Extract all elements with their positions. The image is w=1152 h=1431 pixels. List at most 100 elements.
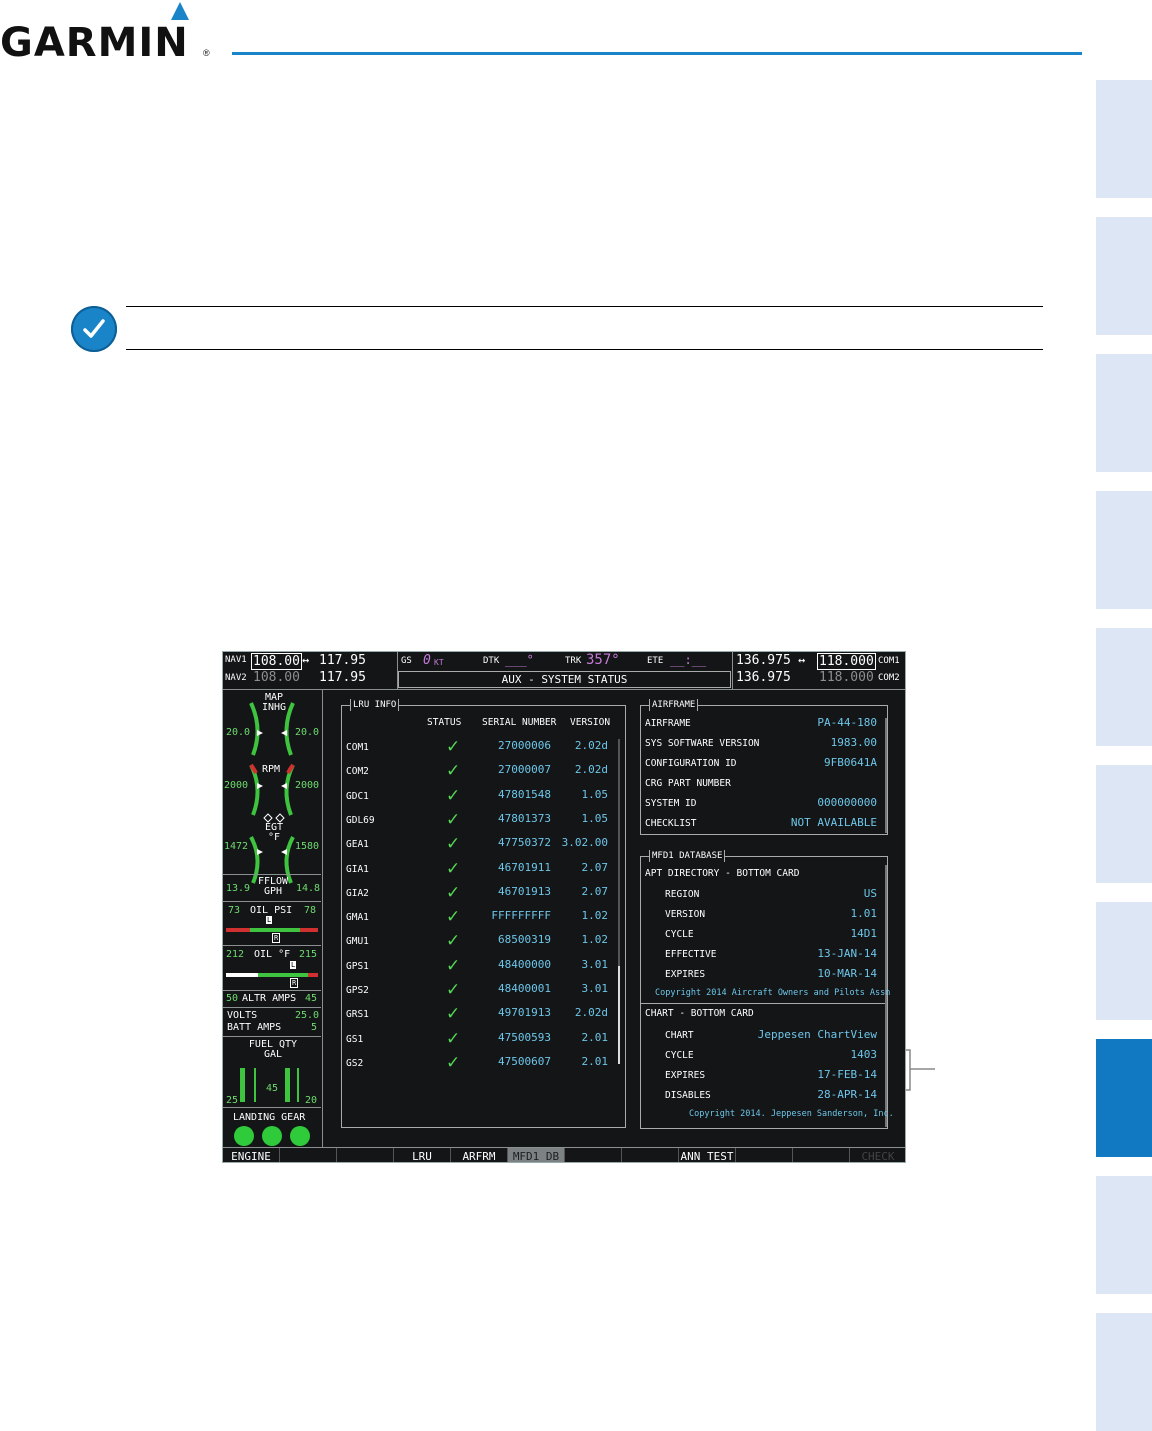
landing-gear-label: LANDING GEAR [233, 1112, 306, 1123]
softkey-blank[interactable] [565, 1148, 622, 1162]
trk-label: TRK [565, 656, 582, 666]
section-tab-10[interactable] [1096, 1313, 1152, 1431]
section-tab-4[interactable] [1096, 491, 1152, 609]
logo-wordmark: GARMIN [0, 20, 189, 66]
status-ok-check-icon: ✓ [446, 761, 461, 782]
section-tab-1[interactable] [1096, 80, 1152, 198]
engine-indication-strip: MAP INHG 20.0 20.0 RPM 2000 2000 EGT °F … [223, 689, 323, 1148]
batt-amps-label: BATT AMPS [227, 1022, 282, 1033]
apt-row-value: 10-MAR-14 [817, 967, 877, 980]
lru-row-name: GIA1 [346, 863, 369, 875]
map-left-value: 20.0 [226, 727, 251, 738]
status-ok-check-icon: ✓ [446, 907, 461, 928]
lru-row-serial: 27000006 [498, 739, 551, 752]
fuel-right-tape [285, 1068, 290, 1102]
nav2-active-freq[interactable]: 108.00 [253, 670, 300, 685]
oil-psi-left-value: 73 [228, 905, 241, 916]
lru-row-version: 1.05 [581, 787, 609, 801]
com1-active-freq[interactable]: 118.000 [817, 653, 876, 670]
section-tab-8-active[interactable] [1096, 1039, 1152, 1157]
lru-row-version: 2.01 [581, 1054, 609, 1068]
apt-row-label: REGION [665, 889, 700, 900]
softkey-engine[interactable]: ENGINE [223, 1148, 280, 1162]
lru-row-version: 2.02d [574, 739, 608, 752]
lru-row-version: 3.01 [581, 957, 609, 971]
nav2-standby-freq[interactable]: 117.95 [319, 670, 366, 685]
chart-row-value: 17-FEB-14 [817, 1068, 877, 1081]
apt-row-label: EFFECTIVE [665, 949, 717, 960]
mfd-database-title: MFD1 DATABASE [649, 850, 726, 862]
softkey-blank[interactable] [280, 1148, 337, 1162]
status-ok-check-icon: ✓ [446, 955, 461, 976]
softkey-mfd1-db[interactable]: MFD1 DB [508, 1148, 565, 1162]
lru-row-version: 2.02d [574, 763, 608, 777]
lru-row-version: 1.05 [581, 811, 609, 825]
fuel-right-tape-edge [297, 1068, 299, 1102]
lru-row-version: 2.07 [581, 860, 609, 874]
softkey-blank[interactable] [622, 1148, 679, 1162]
airframe-title: AIRFRAME [649, 699, 699, 711]
apt-row-value: US [863, 887, 877, 900]
airframe-scrollbar[interactable] [885, 718, 887, 833]
note-bottom-rule [126, 349, 1043, 350]
softkey-blank[interactable] [337, 1148, 394, 1162]
status-ok-check-icon: ✓ [446, 809, 461, 830]
dtk-value: ___° [505, 653, 534, 667]
lru-row-name: GDL69 [346, 814, 375, 826]
volts-box: VOLTS 25.0 BATT AMPS 5 [223, 1007, 321, 1036]
section-tab-5[interactable] [1096, 628, 1152, 746]
airframe-row-value: PA-44-180 [817, 716, 877, 729]
chart-row-label: DISABLES [665, 1090, 711, 1101]
lru-info-title: LRU INFO [350, 699, 400, 711]
lru-scrollbar-thumb[interactable] [618, 966, 620, 1064]
gear-left-indicator [234, 1126, 254, 1146]
chart-copyright: Copyright 2014. Jeppesen Sanderson, Inc. [689, 1109, 894, 1119]
section-tab-6[interactable] [1096, 765, 1152, 883]
oil-psi-box: 73 OIL PSI 78 L R [223, 901, 321, 945]
com1-standby-freq[interactable]: 136.975 [736, 653, 791, 668]
nav1-active-freq[interactable]: 108.00 [251, 653, 302, 670]
lru-row-name: GPS1 [346, 960, 369, 972]
fuel-qty-label: FUEL QTY GAL [248, 1039, 298, 1060]
softkey-arfrm[interactable]: ARFRM [451, 1148, 508, 1162]
airframe-row-label: AIRFRAME [645, 718, 691, 729]
lru-header-version: VERSION [570, 717, 611, 728]
airframe-row-label: CONFIGURATION ID [645, 758, 737, 769]
airframe-row-label: SYS SOFTWARE VERSION [645, 738, 760, 749]
airframe-row-label: SYSTEM ID [645, 798, 697, 809]
ete-label: ETE [647, 656, 664, 666]
com2-active-freq[interactable]: 118.000 [819, 670, 874, 685]
garmin-logo: GARMIN ® [0, 0, 215, 66]
fuel-qty-box: FUEL QTY GAL 25 45 20 [223, 1036, 321, 1107]
rpm-right-value: 2000 [295, 780, 320, 791]
apt-row-value: 1.01 [850, 907, 878, 920]
lru-row-version: 1.02 [581, 909, 609, 923]
section-tab-2[interactable] [1096, 217, 1152, 335]
volts-label: VOLTS [227, 1010, 258, 1021]
softkey-blank[interactable] [736, 1148, 793, 1162]
softkey-blank[interactable] [793, 1148, 850, 1162]
oil-temp-green-band [258, 973, 308, 977]
com2-standby-freq[interactable]: 136.975 [736, 670, 791, 685]
lru-row-serial: FFFFFFFFF [491, 909, 551, 923]
status-ok-check-icon: ✓ [446, 1052, 461, 1073]
airframe-row-label: CRG PART NUMBER [645, 778, 731, 789]
airframe-row-value: 9FB0641A [824, 756, 877, 769]
logo-triangle-icon [171, 2, 189, 20]
section-tab-9[interactable] [1096, 1176, 1152, 1294]
map-inhg-label: MAP INHG [261, 692, 287, 713]
lru-row-name: GMU1 [346, 936, 369, 948]
section-tab-7[interactable] [1096, 902, 1152, 1020]
oil-psi-label: OIL PSI [250, 905, 293, 916]
section-tab-3[interactable] [1096, 354, 1152, 472]
softkey-ann-test[interactable]: ANN TEST [679, 1148, 736, 1162]
egt-label: EGT °F [264, 822, 284, 843]
softkey-lru[interactable]: LRU [394, 1148, 451, 1162]
lru-row-version: 2.07 [581, 884, 609, 898]
nav1-standby-freq[interactable]: 117.95 [319, 653, 366, 668]
altr-left-value: 50 [226, 993, 239, 1004]
landing-gear-box: LANDING GEAR [223, 1107, 321, 1149]
lru-row-name: COM2 [346, 766, 369, 778]
softkey-check[interactable]: CHECK [850, 1148, 905, 1162]
apt-row-label: CYCLE [665, 929, 694, 940]
